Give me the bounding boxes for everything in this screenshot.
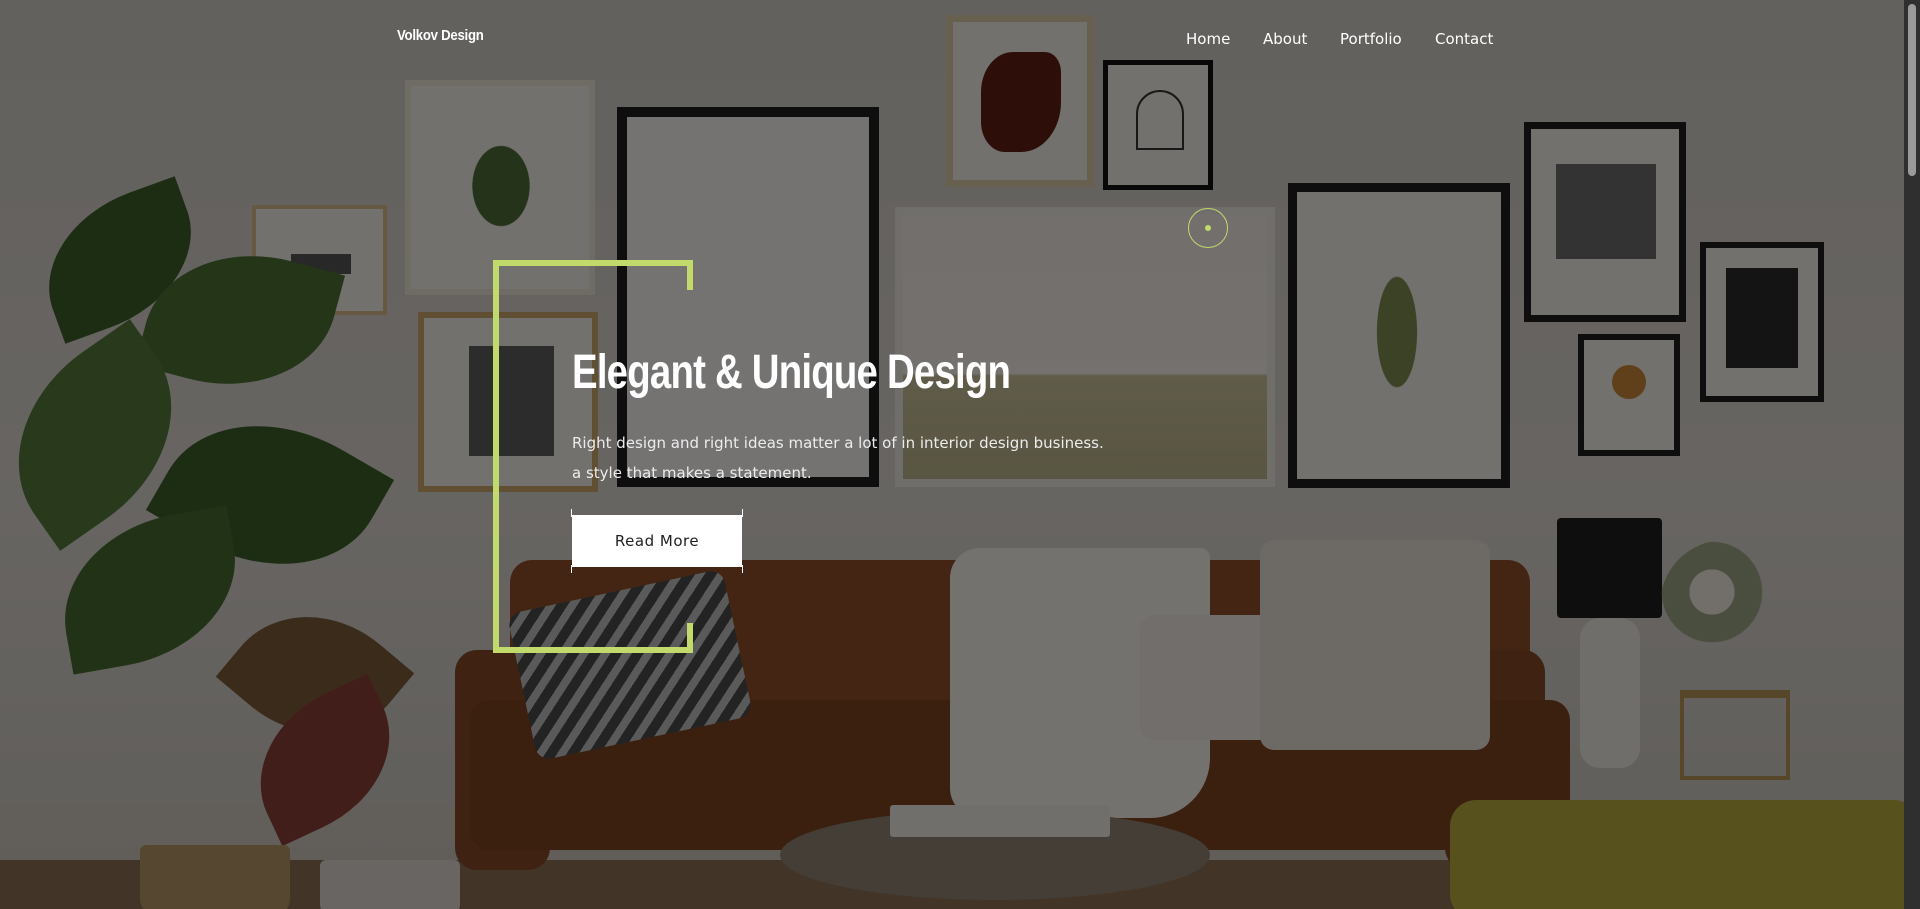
scrollbar-thumb[interactable] bbox=[1908, 4, 1916, 176]
main-nav: Home About Portfolio Contact bbox=[0, 30, 1920, 52]
nav-item-about[interactable]: About bbox=[1263, 30, 1307, 48]
scrollbar[interactable] bbox=[1904, 0, 1920, 909]
cursor-dot-icon bbox=[1205, 225, 1211, 231]
hero-description: Right design and right ideas matter a lo… bbox=[572, 428, 1132, 488]
button-corner-mark bbox=[571, 509, 579, 517]
nav-item-contact[interactable]: Contact bbox=[1435, 30, 1493, 48]
accent-bracket-bottom-tick bbox=[687, 623, 693, 653]
hero-description-line: Right design and right ideas matter a lo… bbox=[572, 434, 1104, 452]
nav-item-home[interactable]: Home bbox=[1186, 30, 1230, 48]
hero-title: Elegant & Unique Design bbox=[572, 346, 1011, 399]
button-corner-mark bbox=[735, 565, 743, 573]
accent-bracket-top-tick bbox=[687, 260, 693, 290]
page: Volkov Design Home About Portfolio Conta… bbox=[0, 0, 1920, 909]
hero-description-line: a style that makes a statement. bbox=[572, 464, 812, 482]
read-more-button[interactable]: Read More bbox=[571, 509, 743, 573]
button-corner-mark bbox=[571, 565, 579, 573]
button-corner-mark bbox=[735, 509, 743, 517]
read-more-label: Read More bbox=[614, 532, 700, 550]
nav-item-portfolio[interactable]: Portfolio bbox=[1340, 30, 1402, 48]
